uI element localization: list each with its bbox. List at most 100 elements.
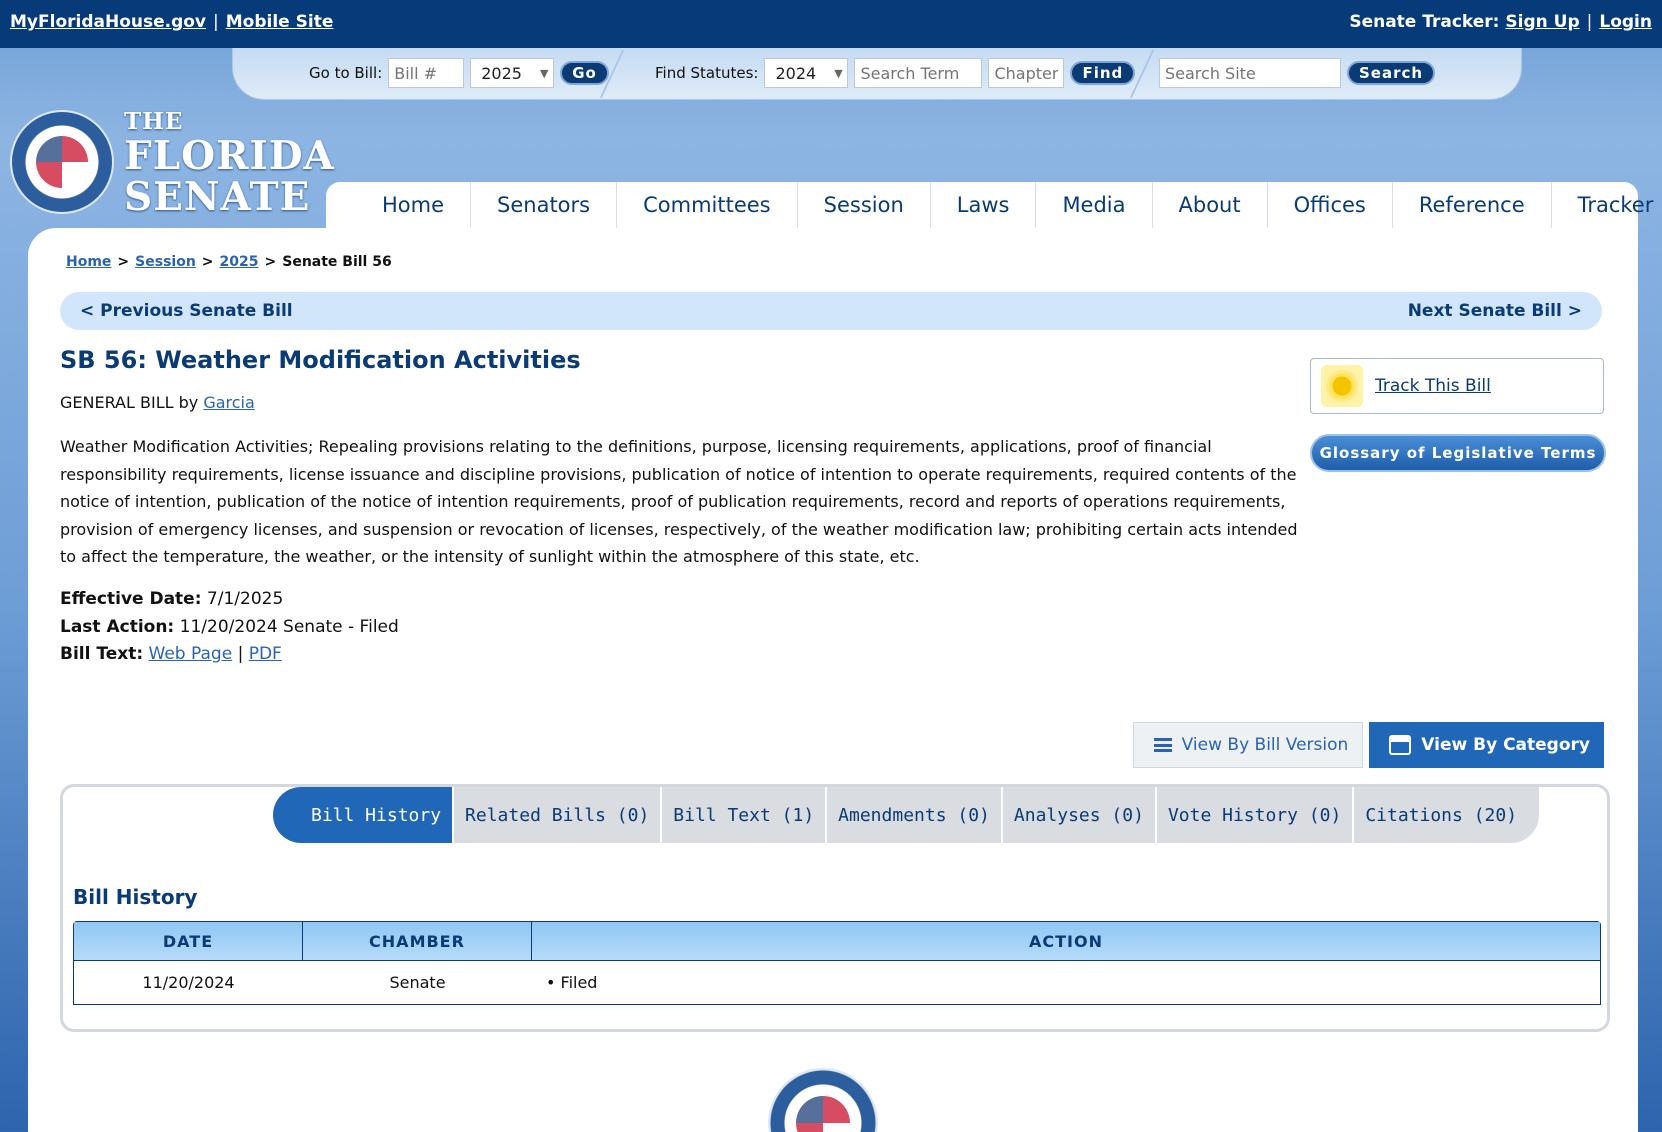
tab-citations[interactable]: Citations (20) <box>1354 787 1540 843</box>
nav-item-laws[interactable]: Laws <box>931 182 1037 228</box>
next-bill-link[interactable]: Next Senate Bill > <box>1408 301 1582 321</box>
mobile-site-link[interactable]: Mobile Site <box>226 12 334 32</box>
effective-date-label: Effective Date: <box>60 589 202 609</box>
nav-item-home[interactable]: Home <box>356 182 472 228</box>
glossary-button[interactable]: Glossary of Legislative Terms <box>1310 434 1606 472</box>
bill-text-label: Bill Text: <box>60 644 144 664</box>
nav-item-media[interactable]: Media <box>1036 182 1153 228</box>
cell-action: • Filed <box>546 973 598 992</box>
breadcrumb-session[interactable]: Session <box>135 254 196 270</box>
last-action-row: Last Action: 11/20/2024 Senate - Filed <box>60 614 399 642</box>
login-link[interactable]: Login <box>1599 12 1652 32</box>
bill-tabs-panel: Bill History Related Bills (0) Bill Text… <box>60 784 1610 1032</box>
bill-type: GENERAL BILL by <box>60 393 199 412</box>
go-button[interactable]: Go <box>560 61 609 85</box>
top-bar-right: Senate Tracker: Sign Up | Login <box>1349 12 1652 32</box>
go-to-bill-label: Go to Bill: <box>309 64 383 82</box>
bill-pager: < Previous Senate Bill Next Senate Bill … <box>60 292 1602 330</box>
seal-emblem <box>796 1096 850 1132</box>
last-action-value: 11/20/2024 Senate - Filed <box>179 616 399 637</box>
track-bill-link[interactable]: Track This Bill <box>1375 376 1491 396</box>
statute-year-value: 2024 <box>775 63 817 83</box>
search-strip: Go to Bill: 2025 ▼ Go Find Statutes: 2024… <box>232 48 1522 100</box>
breadcrumb-separator: > <box>201 254 214 270</box>
statute-year-select[interactable]: 2024 ▼ <box>764 58 849 88</box>
separator: | <box>213 12 219 32</box>
breadcrumb-current: Senate Bill 56 <box>282 254 392 270</box>
senate-wordmark[interactable]: THE FLORIDA SENATE <box>124 108 335 217</box>
go-to-bill-group: Go to Bill: 2025 ▼ Go <box>309 58 609 88</box>
view-by-version-label: View By Bill Version <box>1181 735 1349 755</box>
breadcrumb-home[interactable]: Home <box>66 254 111 270</box>
nav-item-tracker[interactable]: Tracker <box>1552 182 1662 228</box>
logo-senate: SENATE <box>124 174 311 220</box>
list-icon <box>1153 738 1172 752</box>
top-bar: MyFloridaHouse.gov | Mobile Site Senate Tr… <box>0 0 1662 48</box>
main-content: Home > Session >2025 > Senate Bill 56 < Previ… <box>28 228 1638 1132</box>
previous-bill-link[interactable]: < Previous Senate Bill <box>80 301 293 321</box>
site-search-button[interactable]: Search <box>1347 61 1436 85</box>
bill-meta: Effective Date: 7/1/2025 Last Action: 11… <box>60 586 399 669</box>
senate-tracker-label: Senate Tracker: <box>1349 12 1500 32</box>
tab-bill-text[interactable]: Bill Text (1) <box>662 787 828 843</box>
view-by-category-label: View By Category <box>1421 735 1590 755</box>
chevron-down-icon: ▼ <box>539 66 549 80</box>
column-header-chamber: CHAMBER <box>303 922 532 960</box>
myfloridahouse-link[interactable]: MyFloridaHouse.gov <box>10 12 206 32</box>
bill-number-input[interactable] <box>388 58 465 88</box>
nav-item-senators[interactable]: Senators <box>471 182 618 228</box>
last-action-label: Last Action: <box>60 616 175 637</box>
bill-summary: Weather Modification Activities; Repeali… <box>60 437 1298 566</box>
senate-seal-logo[interactable] <box>10 110 114 214</box>
tab-bar: Bill History Related Bills (0) Bill Text… <box>273 787 1540 843</box>
nav-item-committees[interactable]: Committees <box>617 182 798 228</box>
view-toggle: View By Bill Version View By Category <box>1132 722 1604 768</box>
tab-bill-history[interactable]: Bill History <box>273 787 455 843</box>
tab-analyses[interactable]: Analyses (0) <box>1002 787 1157 843</box>
tab-amendments[interactable]: Amendments (0) <box>827 787 1003 843</box>
table-header: DATE CHAMBER ACTION <box>74 922 1600 960</box>
view-by-version-button[interactable]: View By Bill Version <box>1132 722 1364 768</box>
nav-item-reference[interactable]: Reference <box>1393 182 1552 228</box>
bill-year-select[interactable]: 2025 ▼ <box>470 58 555 88</box>
sign-up-link[interactable]: Sign Up <box>1505 12 1579 32</box>
site-search-input[interactable] <box>1159 58 1341 88</box>
effective-date-value: 7/1/2025 <box>206 589 284 609</box>
sun-icon <box>1321 365 1363 407</box>
breadcrumb-separator: > <box>264 254 277 270</box>
logo-florida: FLORIDA <box>124 133 335 179</box>
main-nav: Home Senators Committees Session Laws Me… <box>326 182 1653 228</box>
separator: | <box>1586 12 1593 32</box>
tab-vote-history[interactable]: Vote History (0) <box>1156 787 1355 843</box>
nav-item-offices[interactable]: Offices <box>1268 182 1393 228</box>
nav-item-about[interactable]: About <box>1153 182 1268 228</box>
chapter-input[interactable] <box>988 58 1065 88</box>
bill-byline: GENERAL BILL by Garcia <box>60 393 255 412</box>
chevron-down-icon: ▼ <box>834 66 843 80</box>
logo-the: THE <box>124 108 184 135</box>
find-button[interactable]: Find <box>1070 61 1136 85</box>
site-search-group: Search <box>1159 58 1436 88</box>
column-header-date: DATE <box>74 922 303 960</box>
track-bill-box[interactable]: Track This Bill <box>1310 358 1604 414</box>
breadcrumb: Home > Session >2025 > Senate Bill 56 <box>66 254 392 270</box>
calendar-icon <box>1389 735 1412 755</box>
seal-emblem <box>36 136 88 188</box>
bill-history-heading: Bill History <box>73 885 198 909</box>
cell-date: 11/20/2024 <box>142 973 235 992</box>
web-page-link[interactable]: Web Page <box>149 644 233 664</box>
cell-chamber: Senate <box>389 973 446 992</box>
bill-year-value: 2025 <box>481 63 522 83</box>
nav-item-session[interactable]: Session <box>798 182 931 228</box>
column-header-action: ACTION <box>1029 931 1103 951</box>
tab-related-bills[interactable]: Related Bills (0) <box>454 787 663 843</box>
search-term-input[interactable] <box>854 58 983 88</box>
breadcrumb-separator: > <box>117 254 130 270</box>
bill-text-row: Bill Text: Web Page | PDF <box>60 641 399 669</box>
table-row: 11/20/2024 Senate • Filed <box>74 960 1600 1004</box>
sponsor-link[interactable]: Garcia <box>203 393 254 412</box>
breadcrumb-year[interactable]: 2025 <box>220 254 259 270</box>
view-by-category-button[interactable]: View By Category <box>1369 722 1604 768</box>
pdf-link[interactable]: PDF <box>249 644 282 664</box>
top-bar-left: MyFloridaHouse.gov | Mobile Site <box>10 12 333 32</box>
